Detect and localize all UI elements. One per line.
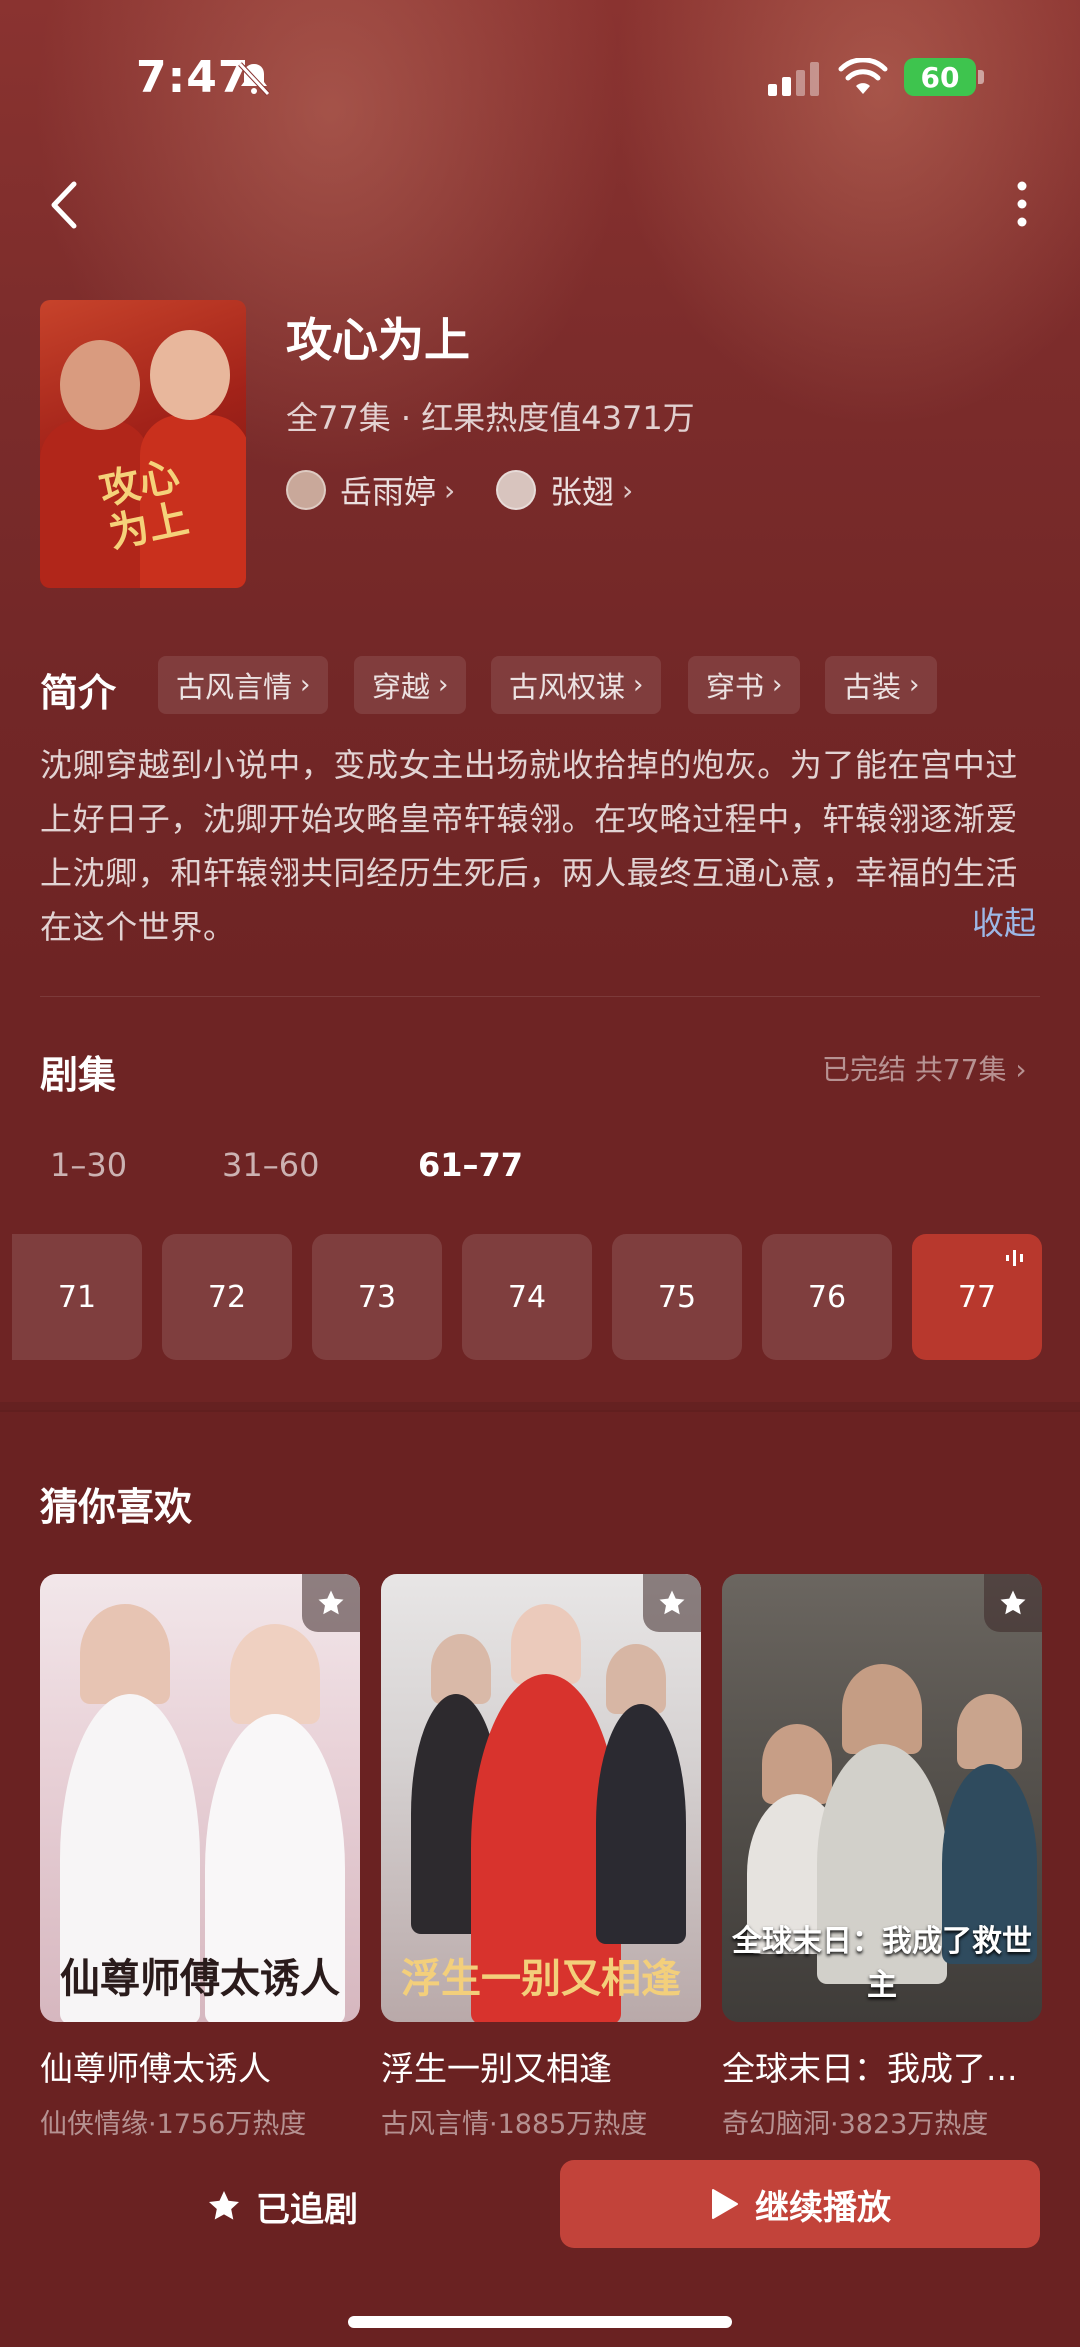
recommend-subtitle: 古风言情·1885万热度 (381, 2109, 648, 2140)
genre-tag[interactable]: 古风权谋 › (491, 656, 662, 714)
chevron-right-icon: › (622, 473, 634, 507)
follow-label: 已追剧 (256, 2189, 358, 2230)
chevron-right-icon: › (909, 670, 920, 700)
episodes-status-link[interactable]: 已完结 共77集 › (822, 1048, 1027, 1088)
now-playing-icon (1006, 1250, 1023, 1266)
episode-number: 72 (207, 1279, 247, 1315)
episode-button[interactable]: 75 (612, 1234, 742, 1360)
show-poster: 攻心为上 (40, 300, 246, 588)
play-icon (712, 2189, 738, 2219)
genre-tag[interactable]: 穿书 › (688, 656, 801, 714)
section-separator (0, 1402, 1080, 1412)
tag-label: 古风言情 (176, 670, 293, 704)
avatar (286, 470, 326, 510)
status-bar: 7:47 60 (0, 0, 1080, 150)
poster-title-art: 攻心为上 (95, 451, 193, 558)
chevron-right-icon: › (633, 670, 644, 700)
episode-number: 73 (357, 1279, 397, 1315)
battery-indicator: 60 (904, 58, 976, 96)
battery-cap (978, 70, 984, 84)
avatar (496, 470, 536, 510)
episode-button[interactable]: 74 (462, 1234, 592, 1360)
episode-button[interactable]: 72 (162, 1234, 292, 1360)
star-icon[interactable] (302, 1574, 360, 1632)
poster-title-art: 全球末日：我成了救世主 (732, 1924, 1032, 2003)
intro-label: 简介 (40, 671, 117, 715)
episode-number: 74 (507, 1279, 547, 1315)
collapse-link[interactable]: 收起 (972, 898, 1036, 944)
episodes-label: 剧集 (40, 1053, 117, 1097)
tag-label: 古风权谋 (509, 670, 626, 704)
star-icon[interactable] (984, 1574, 1042, 1632)
actor-link[interactable]: 张翅 › (496, 466, 633, 514)
poster-title-art: 仙尊师傅太诱人 (60, 1955, 340, 2002)
actor-link[interactable]: 岳雨婷 › (286, 466, 455, 514)
tag-label: 穿书 (706, 670, 765, 704)
chevron-right-icon: › (300, 670, 311, 700)
status-time: 7:47 (136, 52, 250, 103)
recommend-title[interactable]: 仙尊师傅太诱人 (40, 2042, 360, 2090)
actor-name: 张翅 (550, 473, 615, 511)
episode-number: 75 (657, 1279, 697, 1315)
chevron-right-icon: › (444, 473, 456, 507)
recommend-subtitle: 奇幻脑洞·3823万热度 (722, 2109, 989, 2140)
play-label: 继续播放 (755, 2187, 891, 2228)
recommend-card[interactable]: 全球末日：我成了救世主 (722, 1574, 1042, 2022)
follow-button[interactable]: 已追剧 (206, 2182, 358, 2230)
recommend-label: 猜你喜欢 (40, 1485, 193, 1529)
show-title: 攻心为上 (286, 313, 470, 367)
battery-level: 60 (920, 60, 960, 94)
recommend-subtitle: 仙侠情缘·1756万热度 (40, 2109, 307, 2140)
bell-muted-icon (238, 62, 270, 96)
episode-range-tab[interactable]: 1–30 (50, 1146, 127, 1184)
episode-range-tab-active[interactable]: 61–77 (418, 1146, 523, 1184)
episode-button[interactable]: 71 (12, 1234, 142, 1360)
episode-number: 71 (57, 1279, 97, 1315)
genre-tag[interactable]: 古装 › (825, 656, 938, 714)
poster-title-art: 浮生一别又相逢 (401, 1955, 681, 2002)
cellular-signal-icon (768, 62, 819, 96)
wifi-icon (838, 58, 888, 94)
tag-label: 穿越 (372, 670, 431, 704)
star-icon (209, 2191, 239, 2220)
genre-tag[interactable]: 古风言情 › (158, 656, 329, 714)
star-icon[interactable] (643, 1574, 701, 1632)
chevron-right-icon: › (772, 670, 783, 700)
recommend-card[interactable]: 仙尊师傅太诱人 (40, 1574, 360, 2022)
episode-button[interactable]: 76 (762, 1234, 892, 1360)
recommend-title[interactable]: 全球末日：我成了... (722, 2042, 1042, 2090)
synopsis-text: 沈卿穿越到小说中，变成女主出场就收拾掉的炮灰。为了能在宫中过上好日子，沈卿开始攻… (40, 746, 1019, 946)
more-vertical-icon[interactable] (1002, 176, 1042, 236)
episode-button-current[interactable]: 77 (912, 1234, 1042, 1360)
divider (40, 996, 1040, 997)
tag-label: 古装 (843, 670, 902, 704)
show-meta: 全77集 · 红果热度值4371万 (286, 399, 695, 437)
chevron-right-icon: › (438, 670, 449, 700)
actor-name: 岳雨婷 (340, 473, 437, 511)
chevron-left-icon[interactable] (40, 170, 90, 240)
episode-number: 76 (807, 1279, 847, 1315)
genre-tag[interactable]: 穿越 › (354, 656, 467, 714)
episode-range-tab[interactable]: 31–60 (222, 1146, 319, 1184)
recommend-title[interactable]: 浮生一别又相逢 (381, 2042, 701, 2090)
continue-play-button[interactable]: 继续播放 (560, 2160, 1040, 2248)
episode-button[interactable]: 73 (312, 1234, 442, 1360)
home-indicator[interactable] (348, 2316, 732, 2328)
recommend-card[interactable]: 浮生一别又相逢 (381, 1574, 701, 2022)
episode-number: 77 (957, 1279, 997, 1315)
